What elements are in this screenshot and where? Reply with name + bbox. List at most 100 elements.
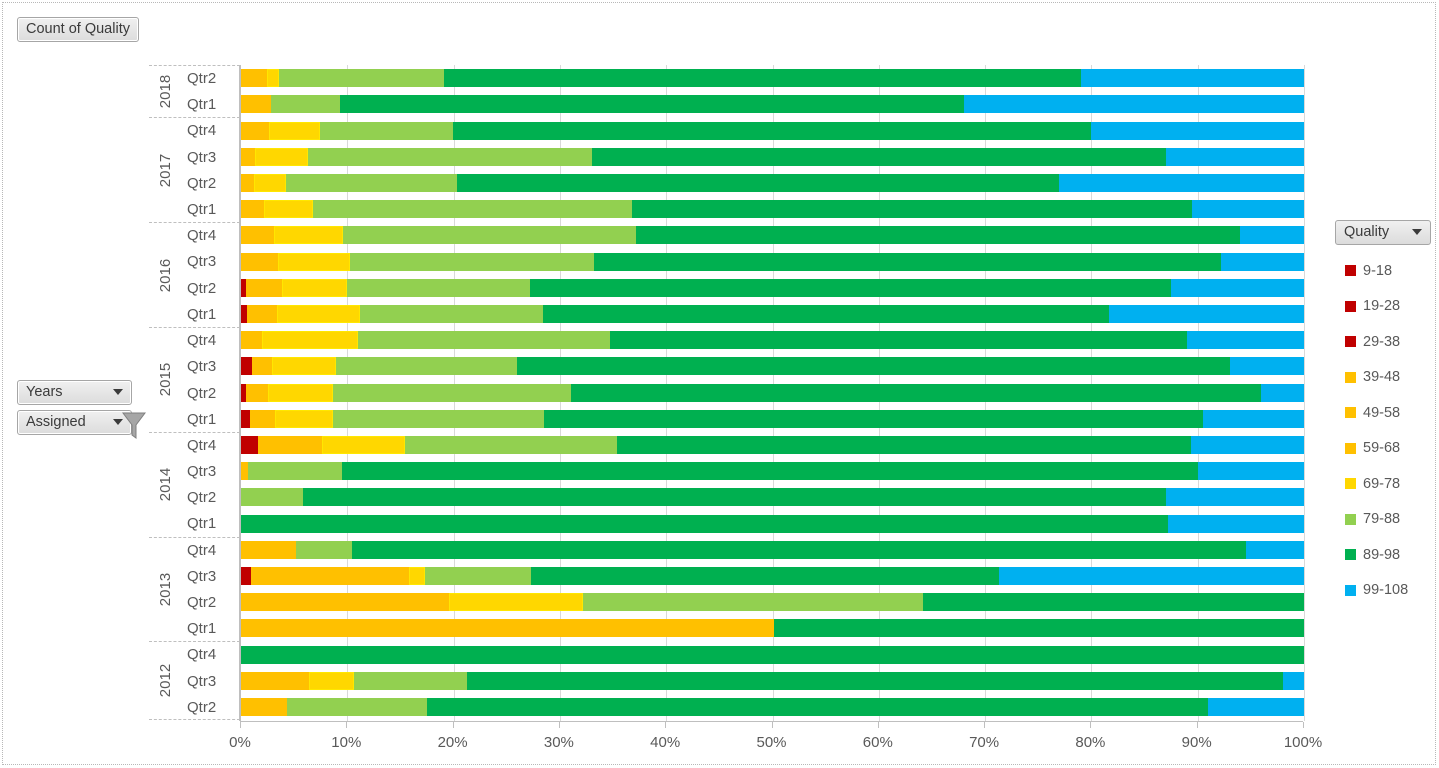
bar-segment[interactable]	[275, 409, 334, 428]
bar-segment[interactable]	[267, 383, 334, 402]
bar-segment[interactable]	[1091, 121, 1304, 140]
bar-segment[interactable]	[593, 252, 1222, 271]
bar-segment[interactable]	[268, 121, 320, 140]
bar-segment[interactable]	[250, 566, 409, 585]
stacked-bar[interactable]	[241, 488, 1304, 507]
stacked-bar[interactable]	[241, 645, 1304, 664]
bar-segment[interactable]	[351, 540, 1246, 559]
bar-segment[interactable]	[241, 200, 265, 219]
stacked-bar[interactable]	[241, 252, 1304, 271]
bar-segment[interactable]	[1109, 304, 1304, 323]
bar-segment[interactable]	[583, 593, 924, 612]
bar-segment[interactable]	[773, 619, 1304, 638]
bar-segment[interactable]	[333, 383, 571, 402]
bar-segment[interactable]	[264, 200, 314, 219]
bar-segment[interactable]	[530, 278, 1172, 297]
bar-segment[interactable]	[1187, 331, 1304, 350]
bar-segment[interactable]	[357, 331, 610, 350]
bar-segment[interactable]	[609, 331, 1188, 350]
stacked-bar[interactable]	[241, 619, 1304, 638]
bar-segment[interactable]	[333, 409, 544, 428]
bar-segment[interactable]	[302, 488, 1166, 507]
stacked-bar[interactable]	[241, 200, 1304, 219]
bar-segment[interactable]	[278, 252, 351, 271]
bar-segment[interactable]	[241, 566, 251, 585]
bar-segment[interactable]	[241, 462, 249, 481]
stacked-bar[interactable]	[241, 462, 1304, 481]
bar-segment[interactable]	[531, 566, 999, 585]
bar-segment[interactable]	[444, 69, 1081, 88]
legend-item[interactable]: 9-18	[1335, 253, 1435, 289]
bar-segment[interactable]	[277, 304, 361, 323]
bar-segment[interactable]	[286, 697, 428, 716]
bar-segment[interactable]	[241, 514, 1168, 533]
bar-segment[interactable]	[617, 435, 1192, 454]
bar-segment[interactable]	[543, 409, 1203, 428]
bar-segment[interactable]	[241, 252, 279, 271]
stacked-bar[interactable]	[241, 304, 1304, 323]
bar-segment[interactable]	[321, 435, 405, 454]
bar-segment[interactable]	[241, 226, 274, 245]
bar-segment[interactable]	[253, 173, 286, 192]
bar-segment[interactable]	[1167, 514, 1304, 533]
bar-segment[interactable]	[249, 409, 275, 428]
bar-segment[interactable]	[963, 95, 1304, 114]
legend-item[interactable]: 69-78	[1335, 466, 1435, 502]
bar-segment[interactable]	[262, 331, 358, 350]
bar-segment[interactable]	[270, 95, 340, 114]
bar-segment[interactable]	[1197, 462, 1304, 481]
bar-segment[interactable]	[339, 95, 964, 114]
stacked-bar[interactable]	[241, 226, 1304, 245]
bar-segment[interactable]	[241, 540, 297, 559]
bar-segment[interactable]	[335, 357, 518, 376]
bar-segment[interactable]	[296, 540, 352, 559]
stacked-bar[interactable]	[241, 121, 1304, 140]
bar-segment[interactable]	[404, 435, 618, 454]
bar-segment[interactable]	[248, 462, 342, 481]
assigned-field-button[interactable]: Assigned	[17, 410, 146, 439]
bar-segment[interactable]	[241, 488, 303, 507]
stacked-bar[interactable]	[241, 147, 1304, 166]
years-field-button[interactable]: Years	[17, 380, 132, 405]
bar-segment[interactable]	[241, 121, 269, 140]
bar-segment[interactable]	[1221, 252, 1304, 271]
bar-segment[interactable]	[636, 226, 1241, 245]
bar-segment[interactable]	[1080, 69, 1304, 88]
bar-segment[interactable]	[424, 566, 532, 585]
legend-item[interactable]: 89-98	[1335, 537, 1435, 573]
stacked-bar[interactable]	[241, 514, 1304, 533]
bar-segment[interactable]	[241, 645, 1304, 664]
bar-segment[interactable]	[319, 121, 453, 140]
bar-segment[interactable]	[241, 671, 310, 690]
bar-segment[interactable]	[251, 357, 272, 376]
legend-item[interactable]: 19-28	[1335, 289, 1435, 325]
stacked-bar[interactable]	[241, 593, 1304, 612]
bar-segment[interactable]	[350, 252, 594, 271]
stacked-bar[interactable]	[241, 383, 1304, 402]
stacked-bar[interactable]	[241, 331, 1304, 350]
bar-segment[interactable]	[241, 435, 258, 454]
bar-segment[interactable]	[591, 147, 1166, 166]
bar-segment[interactable]	[1192, 200, 1304, 219]
bar-segment[interactable]	[456, 173, 1060, 192]
bar-segment[interactable]	[542, 304, 1110, 323]
bar-segment[interactable]	[570, 383, 1262, 402]
bar-segment[interactable]	[241, 95, 271, 114]
bar-segment[interactable]	[1208, 697, 1304, 716]
stacked-bar[interactable]	[241, 95, 1304, 114]
bar-segment[interactable]	[1261, 383, 1304, 402]
stacked-bar[interactable]	[241, 69, 1304, 88]
stacked-bar[interactable]	[241, 278, 1304, 297]
bar-segment[interactable]	[241, 69, 267, 88]
legend-item[interactable]: 39-48	[1335, 360, 1435, 396]
stacked-bar[interactable]	[241, 409, 1304, 428]
bar-segment[interactable]	[282, 278, 348, 297]
stacked-bar[interactable]	[241, 697, 1304, 716]
bar-segment[interactable]	[279, 69, 444, 88]
bar-segment[interactable]	[241, 331, 263, 350]
bar-segment[interactable]	[258, 435, 322, 454]
bar-segment[interactable]	[241, 593, 450, 612]
stacked-bar[interactable]	[241, 173, 1304, 192]
legend-item[interactable]: 79-88	[1335, 502, 1435, 538]
legend-item[interactable]: 99-108	[1335, 573, 1435, 609]
